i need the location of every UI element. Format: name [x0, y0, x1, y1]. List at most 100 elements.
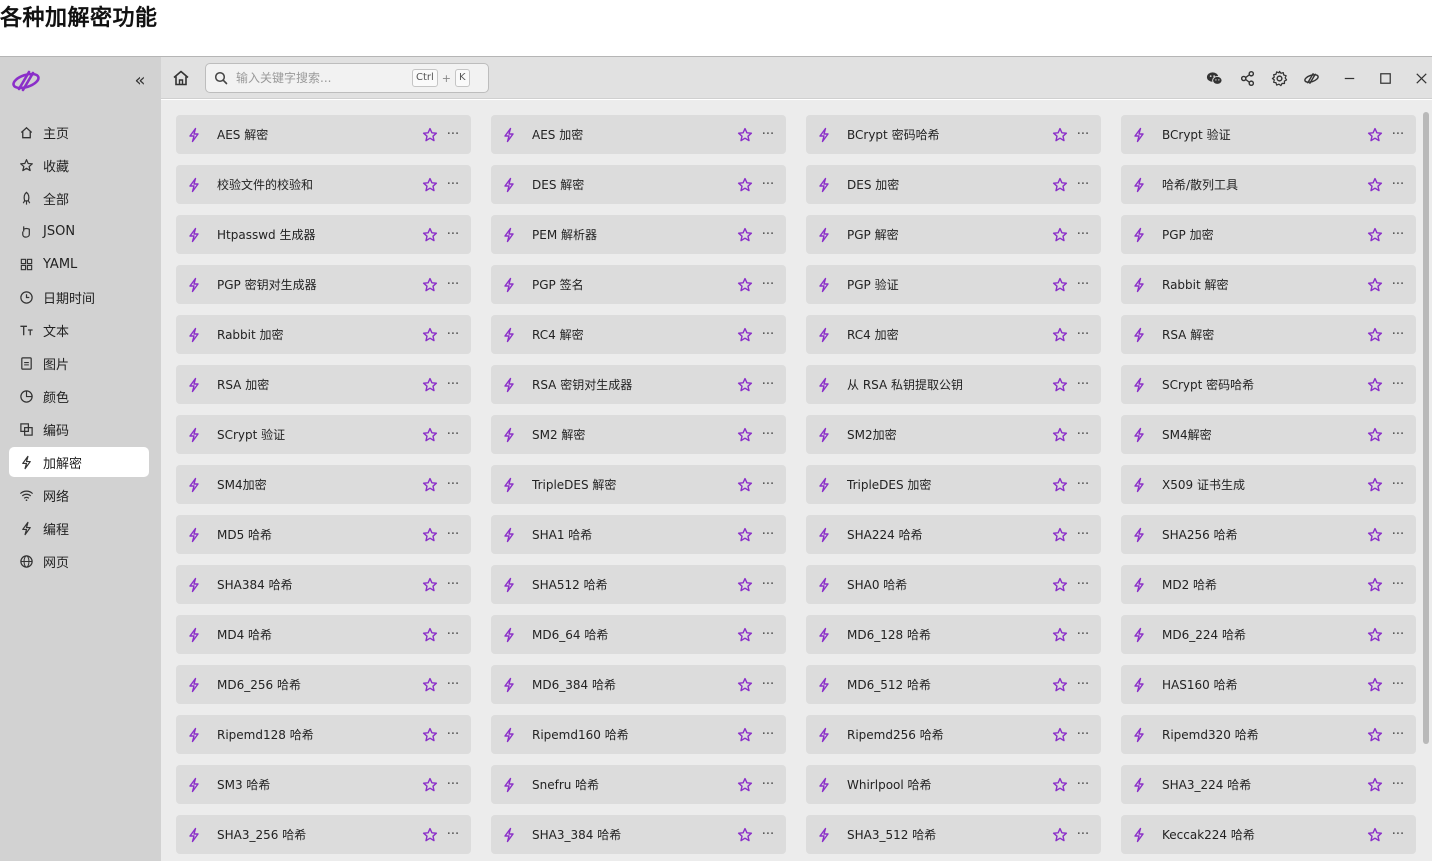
favorite-star-icon[interactable]: [1366, 326, 1384, 344]
app-brand-button[interactable]: [1301, 68, 1321, 88]
sidebar-item-7[interactable]: 图片: [9, 348, 149, 378]
more-options-icon[interactable]: ···: [1075, 578, 1091, 591]
favorite-star-icon[interactable]: [421, 326, 439, 344]
favorite-star-icon[interactable]: [421, 576, 439, 594]
sidebar-item-1[interactable]: 收藏: [9, 150, 149, 180]
more-options-icon[interactable]: ···: [1075, 628, 1091, 641]
tool-card[interactable]: SHA512 哈希 ···: [491, 565, 786, 604]
favorite-star-icon[interactable]: [736, 476, 754, 494]
tool-card[interactable]: MD4 哈希 ···: [176, 615, 471, 654]
more-options-icon[interactable]: ···: [445, 278, 461, 291]
more-options-icon[interactable]: ···: [1390, 578, 1406, 591]
sidebar-item-11[interactable]: 网络: [9, 480, 149, 510]
tool-card[interactable]: PGP 验证 ···: [806, 265, 1101, 304]
favorite-star-icon[interactable]: [1366, 226, 1384, 244]
search-box[interactable]: Ctrl + K: [205, 63, 489, 93]
favorite-star-icon[interactable]: [1366, 726, 1384, 744]
more-options-icon[interactable]: ···: [1390, 678, 1406, 691]
tool-card[interactable]: Whirlpool 哈希 ···: [806, 765, 1101, 804]
favorite-star-icon[interactable]: [1366, 276, 1384, 294]
sidebar-item-5[interactable]: 日期时间: [9, 282, 149, 312]
more-options-icon[interactable]: ···: [760, 128, 776, 141]
more-options-icon[interactable]: ···: [1075, 378, 1091, 391]
tool-card[interactable]: PGP 加密 ···: [1121, 215, 1416, 254]
more-options-icon[interactable]: ···: [445, 528, 461, 541]
more-options-icon[interactable]: ···: [445, 178, 461, 191]
more-options-icon[interactable]: ···: [760, 478, 776, 491]
tool-card[interactable]: 校验文件的校验和 ···: [176, 165, 471, 204]
tool-card[interactable]: Ripemd128 哈希 ···: [176, 715, 471, 754]
favorite-star-icon[interactable]: [1051, 176, 1069, 194]
minimize-button[interactable]: [1339, 68, 1359, 88]
more-options-icon[interactable]: ···: [1390, 178, 1406, 191]
tool-card[interactable]: RSA 解密 ···: [1121, 315, 1416, 354]
more-options-icon[interactable]: ···: [1075, 278, 1091, 291]
tool-card[interactable]: RC4 解密 ···: [491, 315, 786, 354]
tool-card[interactable]: BCrypt 验证 ···: [1121, 115, 1416, 154]
favorite-star-icon[interactable]: [421, 426, 439, 444]
tool-card[interactable]: SHA3_384 哈希 ···: [491, 815, 786, 854]
tool-card[interactable]: RSA 密钥对生成器 ···: [491, 365, 786, 404]
favorite-star-icon[interactable]: [1366, 526, 1384, 544]
favorite-star-icon[interactable]: [736, 326, 754, 344]
more-options-icon[interactable]: ···: [1390, 428, 1406, 441]
more-options-icon[interactable]: ···: [1075, 528, 1091, 541]
close-window-button[interactable]: [1411, 68, 1431, 88]
tool-card[interactable]: SHA256 哈希 ···: [1121, 515, 1416, 554]
sidebar-item-0[interactable]: 主页: [9, 117, 149, 147]
favorite-star-icon[interactable]: [1366, 426, 1384, 444]
more-options-icon[interactable]: ···: [1075, 428, 1091, 441]
tool-card[interactable]: SHA3_256 哈希 ···: [176, 815, 471, 854]
tool-card[interactable]: DES 加密 ···: [806, 165, 1101, 204]
tool-card[interactable]: SM4解密 ···: [1121, 415, 1416, 454]
tool-card[interactable]: 哈希/散列工具 ···: [1121, 165, 1416, 204]
favorite-star-icon[interactable]: [736, 576, 754, 594]
wechat-button[interactable]: [1204, 68, 1224, 88]
favorite-star-icon[interactable]: [1366, 576, 1384, 594]
tool-card[interactable]: PGP 签名 ···: [491, 265, 786, 304]
more-options-icon[interactable]: ···: [445, 778, 461, 791]
favorite-star-icon[interactable]: [421, 226, 439, 244]
more-options-icon[interactable]: ···: [1075, 478, 1091, 491]
more-options-icon[interactable]: ···: [1390, 128, 1406, 141]
favorite-star-icon[interactable]: [736, 726, 754, 744]
favorite-star-icon[interactable]: [1051, 326, 1069, 344]
favorite-star-icon[interactable]: [1051, 626, 1069, 644]
tool-card[interactable]: SHA3_512 哈希 ···: [806, 815, 1101, 854]
more-options-icon[interactable]: ···: [1075, 678, 1091, 691]
more-options-icon[interactable]: ···: [760, 778, 776, 791]
search-input[interactable]: [236, 71, 412, 85]
more-options-icon[interactable]: ···: [760, 828, 776, 841]
more-options-icon[interactable]: ···: [445, 228, 461, 241]
tool-card[interactable]: Ripemd256 哈希 ···: [806, 715, 1101, 754]
tool-card[interactable]: SM4加密 ···: [176, 465, 471, 504]
favorite-star-icon[interactable]: [421, 126, 439, 144]
more-options-icon[interactable]: ···: [1390, 478, 1406, 491]
sidebar-item-4[interactable]: YAML: [9, 249, 149, 279]
favorite-star-icon[interactable]: [1051, 676, 1069, 694]
more-options-icon[interactable]: ···: [445, 378, 461, 391]
more-options-icon[interactable]: ···: [760, 578, 776, 591]
favorite-star-icon[interactable]: [1051, 226, 1069, 244]
more-options-icon[interactable]: ···: [760, 178, 776, 191]
more-options-icon[interactable]: ···: [760, 528, 776, 541]
more-options-icon[interactable]: ···: [1075, 828, 1091, 841]
more-options-icon[interactable]: ···: [1390, 278, 1406, 291]
tool-card[interactable]: BCrypt 密码哈希 ···: [806, 115, 1101, 154]
tool-card[interactable]: SHA1 哈希 ···: [491, 515, 786, 554]
tool-card[interactable]: MD6_256 哈希 ···: [176, 665, 471, 704]
tool-card[interactable]: PGP 解密 ···: [806, 215, 1101, 254]
favorite-star-icon[interactable]: [736, 176, 754, 194]
more-options-icon[interactable]: ···: [1075, 728, 1091, 741]
more-options-icon[interactable]: ···: [445, 578, 461, 591]
maximize-button[interactable]: [1375, 68, 1395, 88]
sidebar-item-13[interactable]: 网页: [9, 546, 149, 576]
favorite-star-icon[interactable]: [1366, 476, 1384, 494]
sidebar-item-10[interactable]: 加解密: [9, 447, 149, 477]
sidebar-item-6[interactable]: 文本: [9, 315, 149, 345]
tool-card[interactable]: TripleDES 解密 ···: [491, 465, 786, 504]
favorite-star-icon[interactable]: [736, 626, 754, 644]
favorite-star-icon[interactable]: [1366, 826, 1384, 844]
more-options-icon[interactable]: ···: [445, 628, 461, 641]
more-options-icon[interactable]: ···: [1390, 228, 1406, 241]
